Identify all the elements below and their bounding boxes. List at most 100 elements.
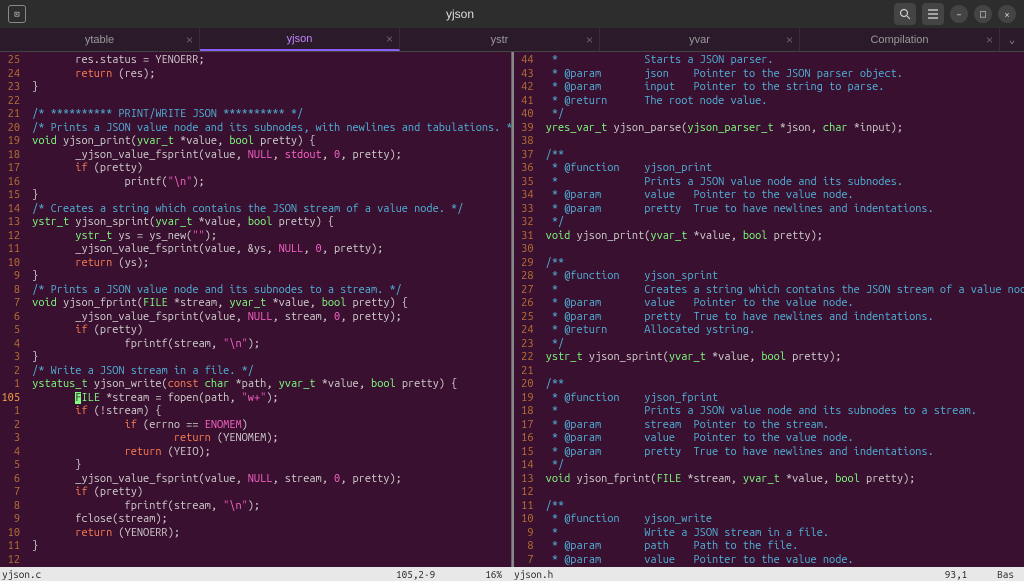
code-line[interactable]: 12 xyxy=(514,486,1024,500)
code-line[interactable]: 24 * @return Allocated ystring. xyxy=(514,324,1024,338)
code-line[interactable]: 44 * Starts a JSON parser. xyxy=(514,54,1024,68)
code-line[interactable]: 2 if (errno == ENOMEM) xyxy=(0,419,511,433)
code-line[interactable]: 34 * @param value Pointer to the value n… xyxy=(514,189,1024,203)
code-line[interactable]: 11 } xyxy=(0,540,511,554)
code-line[interactable]: 4 return (YEIO); xyxy=(0,446,511,460)
code-line[interactable]: 28 * @function yjson_sprint xyxy=(514,270,1024,284)
code-line[interactable]: 18 _yjson_value_fsprint(value, NULL, std… xyxy=(0,149,511,163)
tab-close-icon[interactable]: × xyxy=(986,33,993,47)
tab-close-icon[interactable]: × xyxy=(586,33,593,47)
code-line[interactable]: 36 * @function yjson_print xyxy=(514,162,1024,176)
code-line[interactable]: 23 */ xyxy=(514,338,1024,352)
code-line[interactable]: 35 * Prints a JSON value node and its su… xyxy=(514,176,1024,190)
code-line[interactable]: 7 if (pretty) xyxy=(0,486,511,500)
code-line[interactable]: 13 ystr_t yjson_sprint(yvar_t *value, bo… xyxy=(0,216,511,230)
tab-yjson[interactable]: yjson× xyxy=(200,28,400,51)
line-content: if (!stream) { xyxy=(26,405,511,419)
code-line[interactable]: 17 * @param stream Pointer to the stream… xyxy=(514,419,1024,433)
minimize-button[interactable]: – xyxy=(950,5,968,23)
code-line[interactable]: 10 return (YENOERR); xyxy=(0,527,511,541)
code-line[interactable]: 8 /* Prints a JSON value node and its su… xyxy=(0,284,511,298)
line-number: 38 xyxy=(514,135,540,149)
code-line[interactable]: 11 _yjson_value_fsprint(value, &ys, NULL… xyxy=(0,243,511,257)
tab-yvar[interactable]: yvar× xyxy=(600,28,800,51)
code-line[interactable]: 18 * Prints a JSON value node and its su… xyxy=(514,405,1024,419)
code-line[interactable]: 9 fclose(stream); xyxy=(0,513,511,527)
code-line[interactable]: 21 /* ********** PRINT/WRITE JSON ******… xyxy=(0,108,511,122)
menu-button[interactable] xyxy=(922,3,944,25)
code-line[interactable]: 16 printf("\n"); xyxy=(0,176,511,190)
code-line[interactable]: 19 * @function yjson_fprint xyxy=(514,392,1024,406)
code-line[interactable]: 8 fprintf(stream, "\n"); xyxy=(0,500,511,514)
code-line[interactable]: 1 if (!stream) { xyxy=(0,405,511,419)
code-line[interactable]: 22 xyxy=(0,95,511,109)
tab-ytable[interactable]: ytable× xyxy=(0,28,200,51)
code-line[interactable]: 5 if (pretty) xyxy=(0,324,511,338)
tab-overflow-button[interactable]: ⌄ xyxy=(1000,28,1024,51)
code-line[interactable]: 30 xyxy=(514,243,1024,257)
code-line[interactable]: 10 return (ys); xyxy=(0,257,511,271)
tab-close-icon[interactable]: × xyxy=(786,33,793,47)
close-button[interactable]: × xyxy=(998,5,1016,23)
code-line[interactable]: 2 /* Write a JSON stream in a file. */ xyxy=(0,365,511,379)
statusbar: yjson.c 105,2-9 16% yjson.h 93,1 Bas xyxy=(0,567,1024,581)
code-line[interactable]: 31 void yjson_print(yvar_t *value, bool … xyxy=(514,230,1024,244)
code-line[interactable]: 1 ystatus_t yjson_write(const char *path… xyxy=(0,378,511,392)
code-line[interactable]: 14 */ xyxy=(514,459,1024,473)
code-line[interactable]: 33 * @param pretty True to have newlines… xyxy=(514,203,1024,217)
tab-close-icon[interactable]: × xyxy=(186,33,193,47)
code-line[interactable]: 29 /** xyxy=(514,257,1024,271)
code-line[interactable]: 42 * @param input Pointer to the string … xyxy=(514,81,1024,95)
code-line[interactable]: 3 return (YENOMEM); xyxy=(0,432,511,446)
code-line[interactable]: 6 _yjson_value_fsprint(value, NULL, stre… xyxy=(0,311,511,325)
tab-close-icon[interactable]: × xyxy=(386,32,393,46)
code-line[interactable]: 4 fprintf(stream, "\n"); xyxy=(0,338,511,352)
code-line[interactable]: 22 ystr_t yjson_sprint(yvar_t *value, bo… xyxy=(514,351,1024,365)
code-line[interactable]: 11 /** xyxy=(514,500,1024,514)
code-line[interactable]: 25 res.status = YENOERR; xyxy=(0,54,511,68)
code-line[interactable]: 41 * @return The root node value. xyxy=(514,95,1024,109)
tab-compilation[interactable]: Compilation× xyxy=(800,28,1000,51)
code-line[interactable]: 19 void yjson_print(yvar_t *value, bool … xyxy=(0,135,511,149)
code-line[interactable]: 25 * @param pretty True to have newlines… xyxy=(514,311,1024,325)
code-line[interactable]: 39 yres_var_t yjson_parse(yjson_parser_t… xyxy=(514,122,1024,136)
code-line[interactable]: 32 */ xyxy=(514,216,1024,230)
code-line[interactable]: 26 * @param value Pointer to the value n… xyxy=(514,297,1024,311)
code-line[interactable]: 37 /** xyxy=(514,149,1024,163)
code-line[interactable]: 17 if (pretty) xyxy=(0,162,511,176)
code-line[interactable]: 27 * Creates a string which contains the… xyxy=(514,284,1024,298)
code-line[interactable]: 23 } xyxy=(0,81,511,95)
code-line[interactable]: 3 } xyxy=(0,351,511,365)
code-line[interactable]: 105 FILE *stream = fopen(path, "w+"); xyxy=(0,392,511,406)
code-line[interactable]: 7 * @param value Pointer to the value no… xyxy=(514,554,1024,568)
code-line[interactable]: 9 * Write a JSON stream in a file. xyxy=(514,527,1024,541)
search-button[interactable] xyxy=(894,3,916,25)
line-number: 19 xyxy=(514,392,540,406)
code-line[interactable]: 21 xyxy=(514,365,1024,379)
code-line[interactable]: 8 * @param path Path to the file. xyxy=(514,540,1024,554)
code-line[interactable]: 43 * @param json Pointer to the JSON par… xyxy=(514,68,1024,82)
code-line[interactable]: 5 } xyxy=(0,459,511,473)
code-line[interactable]: 16 * @param value Pointer to the value n… xyxy=(514,432,1024,446)
code-line[interactable]: 6 _yjson_value_fsprint(value, NULL, stre… xyxy=(0,473,511,487)
code-line[interactable]: 12 xyxy=(0,554,511,568)
editor-pane-right[interactable]: 44 * Starts a JSON parser.43 * @param js… xyxy=(514,52,1024,567)
code-line[interactable]: 13 void yjson_fprint(FILE *stream, yvar_… xyxy=(514,473,1024,487)
code-line[interactable]: 12 ystr_t ys = ys_new(""); xyxy=(0,230,511,244)
code-line[interactable]: 15 * @param pretty True to have newlines… xyxy=(514,446,1024,460)
code-line[interactable]: 14 /* Creates a string which contains th… xyxy=(0,203,511,217)
code-line[interactable]: 7 void yjson_fprint(FILE *stream, yvar_t… xyxy=(0,297,511,311)
code-line[interactable]: 24 return (res); xyxy=(0,68,511,82)
line-number: 9 xyxy=(0,513,26,527)
editor-pane-left[interactable]: 25 res.status = YENOERR;24 return (res);… xyxy=(0,52,512,567)
maximize-button[interactable]: □ xyxy=(974,5,992,23)
tab-ystr[interactable]: ystr× xyxy=(400,28,600,51)
code-line[interactable]: 20 /* Prints a JSON value node and its s… xyxy=(0,122,511,136)
code-line[interactable]: 40 */ xyxy=(514,108,1024,122)
code-line[interactable]: 15 } xyxy=(0,189,511,203)
code-line[interactable]: 20 /** xyxy=(514,378,1024,392)
code-line[interactable]: 38 xyxy=(514,135,1024,149)
code-line[interactable]: 10 * @function yjson_write xyxy=(514,513,1024,527)
line-number: 13 xyxy=(0,216,26,230)
code-line[interactable]: 9 } xyxy=(0,270,511,284)
